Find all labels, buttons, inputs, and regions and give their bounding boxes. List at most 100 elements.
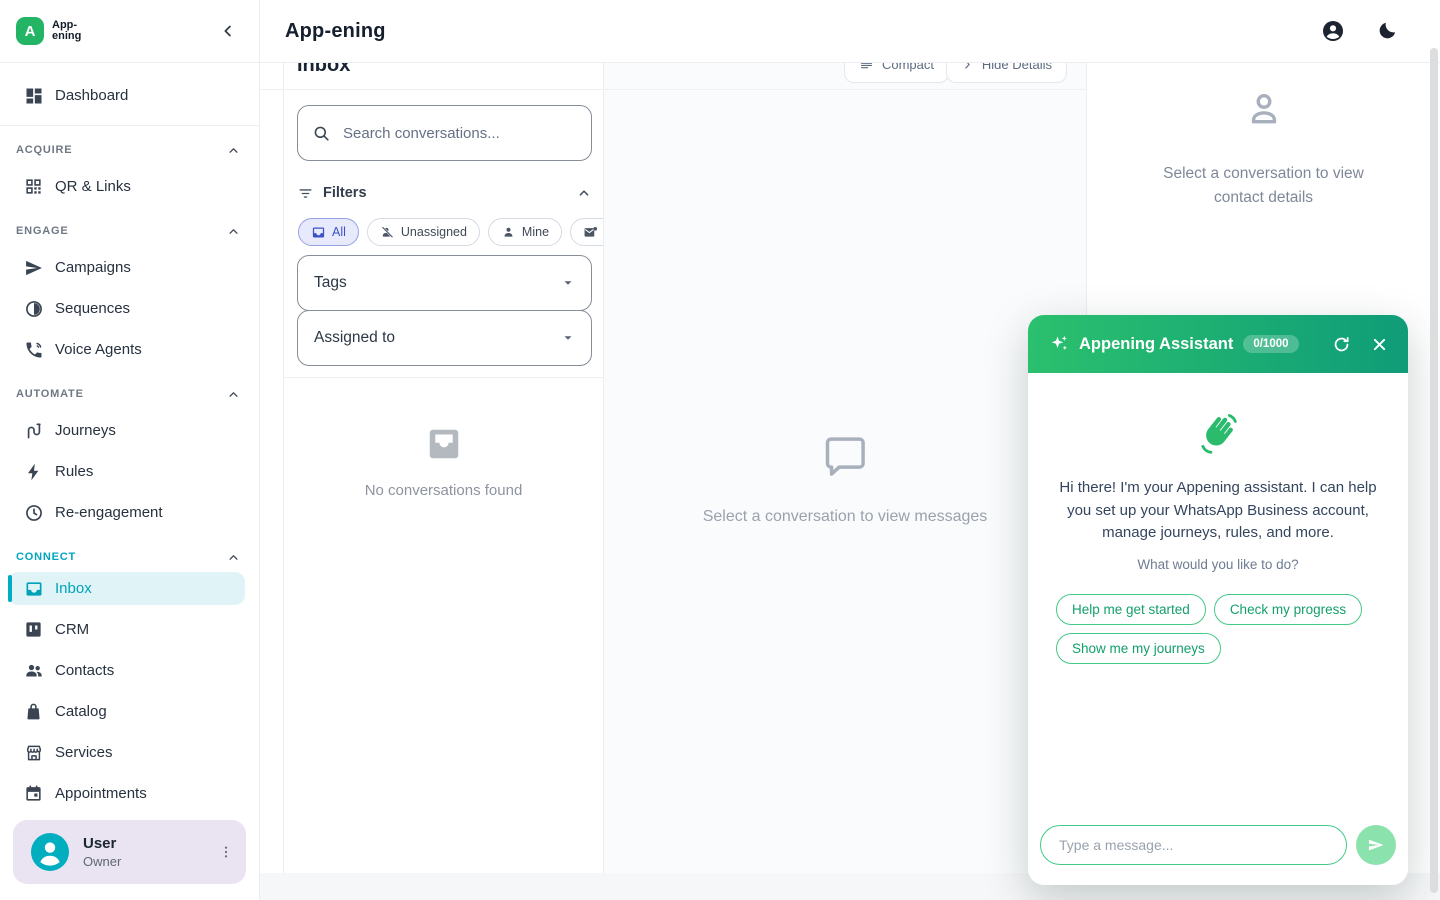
bolt-icon [24, 462, 44, 482]
filter-chips-row: All Unassigned Mine [298, 218, 604, 246]
sidebar-item-label: Dashboard [55, 87, 128, 104]
sidebar-item-voice-agents[interactable]: Voice Agents [0, 329, 259, 370]
search-conversations-input[interactable] [341, 124, 571, 143]
panel-gutter [260, 63, 284, 873]
moon-icon [1376, 20, 1398, 42]
app-logo-text: App- ening [52, 20, 81, 42]
assistant-message-input[interactable] [1040, 825, 1347, 865]
inbox-list-panel: Inbox Filters [284, 63, 604, 873]
filters-label: Filters [323, 185, 367, 201]
details-empty-state: Select a conversation to view contact de… [1087, 88, 1440, 210]
send-icon [1366, 835, 1386, 855]
sparkles-icon [1048, 333, 1070, 355]
app-logo-icon: A [16, 17, 44, 45]
details-empty-line2: contact details [1087, 186, 1440, 210]
send-button[interactable] [1356, 825, 1396, 865]
caret-down-icon [561, 331, 575, 345]
chip-label: Mine [522, 225, 549, 239]
suggestion-show-journeys[interactable]: Show me my journeys [1056, 633, 1221, 664]
sidebar-item-label: Re-engagement [55, 504, 163, 521]
filter-chip-all[interactable]: All [298, 218, 359, 246]
theme-toggle-button[interactable] [1374, 18, 1400, 44]
chevron-up-icon [226, 387, 241, 402]
filter-chip-mine[interactable]: Mine [488, 218, 562, 246]
filters-header[interactable]: Filters [297, 180, 592, 206]
sidebar-item-label: Services [55, 744, 113, 761]
sidebar-item-rules[interactable]: Rules [0, 451, 259, 492]
section-label: ACQUIRE [16, 144, 72, 156]
account-circle-icon [1321, 19, 1345, 43]
sidebar-section-automate[interactable]: AUTOMATE [0, 383, 259, 405]
inbox-panel-title: Inbox [297, 63, 350, 77]
sidebar-item-dashboard[interactable]: Dashboard [0, 75, 259, 116]
sidebar-item-label: Appointments [55, 785, 147, 802]
sidebar-item-services[interactable]: Services [0, 732, 259, 773]
sidebar-item-campaigns[interactable]: Campaigns [0, 247, 259, 288]
sidebar-collapse-button[interactable] [215, 18, 241, 44]
chevron-up-icon[interactable] [576, 185, 592, 201]
sidebar-item-label: Catalog [55, 703, 107, 720]
chevron-up-icon [226, 224, 241, 239]
chip-label: All [332, 225, 346, 239]
person-outline-icon [1087, 88, 1440, 134]
sidebar-section-engage[interactable]: ENGAGE [0, 220, 259, 242]
messages-empty-text: Select a conversation to view messages [604, 508, 1086, 526]
waving-hand-icon [1192, 409, 1244, 461]
sidebar-section-connect[interactable]: CONNECT [0, 546, 259, 568]
qr-code-icon [24, 177, 44, 197]
sidebar-user-area: User Owner [0, 812, 259, 900]
kanban-icon [24, 620, 44, 640]
app-window: A App- ening Dashboard ACQUIRE [0, 0, 1440, 900]
sidebar-item-catalog[interactable]: Catalog [0, 691, 259, 732]
filter-chip-unassigned[interactable]: Unassigned [367, 218, 480, 246]
account-button[interactable] [1320, 18, 1346, 44]
close-icon [1371, 336, 1388, 353]
suggestion-check-progress[interactable]: Check my progress [1214, 594, 1362, 625]
sidebar: A App- ening Dashboard ACQUIRE [0, 0, 260, 900]
sidebar-item-qr-links[interactable]: QR & Links [0, 166, 259, 207]
sidebar-item-journeys[interactable]: Journeys [0, 410, 259, 451]
tags-select[interactable]: Tags [297, 255, 592, 311]
messages-panel: Compact Hide Details Select a conversati… [604, 63, 1087, 873]
assistant-header: Appening Assistant 0/1000 [1028, 315, 1408, 373]
user-avatar [31, 833, 69, 871]
sidebar-item-contacts[interactable]: Contacts [0, 650, 259, 691]
sidebar-item-label: Inbox [55, 580, 92, 597]
assistant-prompt: What would you like to do? [1056, 557, 1380, 572]
user-card[interactable]: User Owner [13, 820, 246, 884]
chevron-up-icon [226, 550, 241, 565]
messages-empty-state: Select a conversation to view messages [604, 428, 1086, 526]
filter-icon [297, 185, 314, 202]
sidebar-item-label: Voice Agents [55, 341, 142, 358]
top-bar: App-ening [260, 0, 1440, 63]
scrollbar-thumb[interactable] [1430, 48, 1438, 893]
inbox-empty-icon [284, 425, 603, 463]
sidebar-nav: Dashboard ACQUIRE QR & Links ENGAGE [0, 63, 259, 812]
mail-unread-icon [583, 225, 598, 240]
filter-chip-unread[interactable]: Unread [570, 218, 604, 246]
sidebar-item-sequences[interactable]: Sequences [0, 288, 259, 329]
user-menu-button[interactable] [214, 840, 238, 864]
inbox-icon [311, 225, 326, 240]
assigned-to-select[interactable]: Assigned to [297, 310, 592, 366]
sidebar-item-re-engagement[interactable]: Re-engagement [0, 492, 259, 533]
assistant-footer [1028, 813, 1408, 885]
assistant-widget: Appening Assistant 0/1000 [1028, 315, 1408, 885]
sidebar-item-label: Rules [55, 463, 93, 480]
clock-icon [24, 503, 44, 523]
assistant-close-button[interactable] [1368, 333, 1390, 355]
sidebar-item-appointments[interactable]: Appointments [0, 773, 259, 812]
sidebar-header: A App- ening [0, 0, 259, 63]
phone-voice-icon [24, 340, 44, 360]
sidebar-item-label: CRM [55, 621, 89, 638]
sidebar-section-acquire[interactable]: ACQUIRE [0, 139, 259, 161]
sidebar-item-inbox[interactable]: Inbox [8, 572, 245, 605]
details-empty-text: Select a conversation to view contact de… [1087, 162, 1440, 210]
sidebar-item-crm[interactable]: CRM [0, 609, 259, 650]
tags-select-label: Tags [314, 274, 347, 292]
assistant-suggestions: Help me get started Check my progress Sh… [1056, 594, 1380, 664]
suggestion-help-get-started[interactable]: Help me get started [1056, 594, 1206, 625]
sidebar-divider [0, 125, 259, 126]
assistant-refresh-button[interactable] [1330, 333, 1352, 355]
usage-badge: 0/1000 [1243, 335, 1298, 353]
